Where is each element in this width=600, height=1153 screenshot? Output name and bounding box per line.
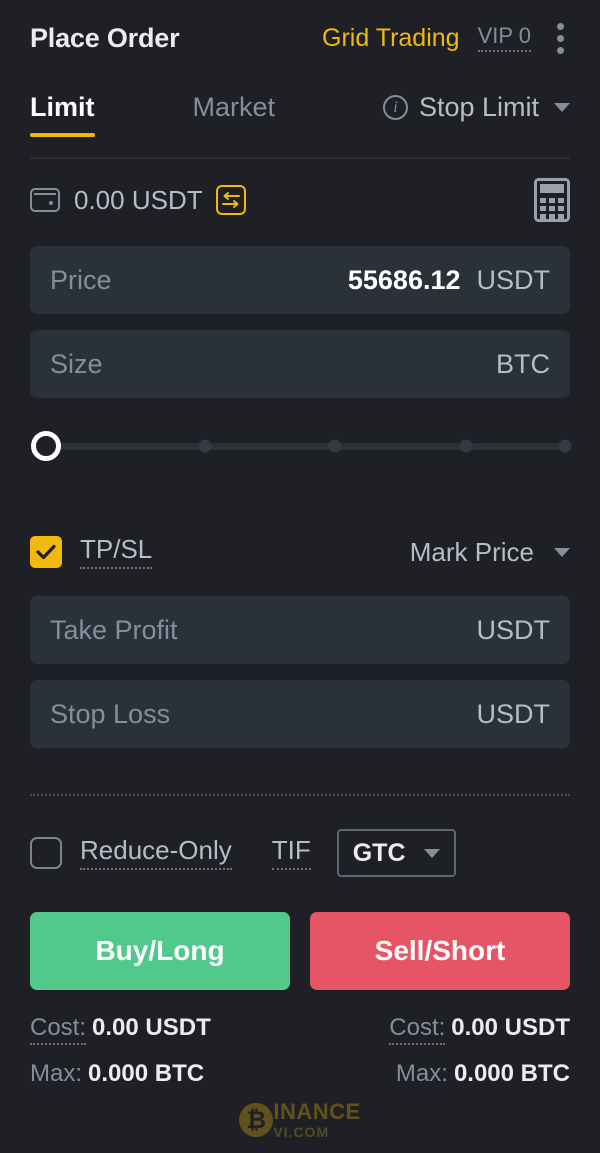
grid-trading-link[interactable]: Grid Trading bbox=[322, 24, 460, 53]
calculator-icon[interactable] bbox=[534, 178, 570, 222]
sell-stats: Cost: 0.00 USDT Max: 0.000 BTC bbox=[300, 1014, 570, 1106]
tab-limit[interactable]: Limit bbox=[30, 92, 95, 137]
tpsl-trigger-dropdown[interactable]: Mark Price bbox=[410, 537, 570, 568]
check-icon bbox=[36, 544, 56, 560]
tab-stop-limit[interactable]: i Stop Limit bbox=[382, 92, 570, 137]
reduce-only-row: Reduce-Only TIF GTC bbox=[30, 822, 570, 884]
tab-stop-limit-label: Stop Limit bbox=[418, 92, 539, 122]
slider-handle[interactable] bbox=[31, 431, 61, 461]
info-icon[interactable]: i bbox=[382, 95, 408, 120]
place-order-panel: Place Order Grid Trading VIP 0 Limit Mar… bbox=[0, 0, 600, 1153]
slider-step-100[interactable] bbox=[558, 439, 572, 453]
buy-cost-row: Cost: 0.00 USDT bbox=[30, 1014, 300, 1045]
take-profit-field[interactable]: Take Profit USDT bbox=[30, 596, 570, 664]
slider-step-75[interactable] bbox=[459, 439, 473, 453]
sell-max-value: 0.000 BTC bbox=[453, 1060, 570, 1087]
swap-arrows-glyph bbox=[221, 192, 240, 208]
watermark-sub: VI.COM bbox=[273, 1124, 330, 1140]
buy-long-button[interactable]: Buy/Long bbox=[30, 912, 290, 990]
size-input-field[interactable]: Size BTC bbox=[30, 330, 570, 398]
sell-max-row: Max: 0.000 BTC bbox=[300, 1060, 570, 1088]
available-balance: 0.00 USDT bbox=[74, 184, 203, 215]
chevron-down-icon bbox=[423, 848, 440, 858]
watermark-main: INANCE bbox=[273, 1099, 361, 1124]
slider-step-50[interactable] bbox=[328, 439, 342, 453]
section-divider bbox=[30, 794, 570, 796]
take-profit-label: Take Profit bbox=[50, 614, 178, 645]
tabs-divider bbox=[30, 157, 570, 159]
stop-loss-unit: USDT bbox=[476, 698, 551, 729]
kebab-dot bbox=[557, 22, 564, 30]
size-label: Size bbox=[50, 348, 103, 379]
buy-stats: Cost: 0.00 USDT Max: 0.000 BTC bbox=[30, 1014, 300, 1106]
chevron-down-icon bbox=[554, 103, 570, 112]
chevron-down-icon bbox=[554, 547, 570, 557]
buy-cost-label[interactable]: Cost: bbox=[30, 1014, 87, 1045]
kebab-dot bbox=[557, 46, 564, 54]
slider-step-25[interactable] bbox=[198, 439, 212, 453]
buy-max-row: Max: 0.000 BTC bbox=[30, 1060, 300, 1088]
wallet-icon bbox=[30, 188, 60, 212]
vip-level-label[interactable]: VIP 0 bbox=[477, 24, 531, 52]
bitcoin-icon: ₿ bbox=[239, 1103, 274, 1137]
sell-cost-value: 0.00 USDT bbox=[451, 1014, 570, 1041]
reduce-only-label[interactable]: Reduce-Only bbox=[80, 836, 232, 870]
order-type-tabs: Limit Market i Stop Limit bbox=[30, 92, 570, 150]
order-stats: Cost: 0.00 USDT Max: 0.000 BTC Cost: 0.00 U… bbox=[30, 1014, 570, 1106]
take-profit-unit: USDT bbox=[476, 614, 551, 645]
page-title: Place Order bbox=[30, 22, 180, 53]
price-unit: USDT bbox=[476, 264, 551, 295]
kebab-menu-icon[interactable] bbox=[551, 19, 570, 58]
sell-max-label: Max: bbox=[395, 1060, 448, 1087]
tif-dropdown[interactable]: GTC bbox=[336, 829, 456, 877]
price-label: Price bbox=[50, 264, 112, 295]
buy-cost-value: 0.00 USDT bbox=[92, 1014, 211, 1041]
sell-short-button[interactable]: Sell/Short bbox=[310, 912, 570, 990]
panel-header: Place Order Grid Trading VIP 0 bbox=[30, 0, 570, 70]
stop-loss-label: Stop Loss bbox=[50, 698, 171, 729]
stop-loss-field[interactable]: Stop Loss USDT bbox=[30, 680, 570, 748]
reduce-only-checkbox[interactable] bbox=[30, 837, 62, 869]
order-actions: Buy/Long Sell/Short bbox=[30, 912, 570, 990]
tif-value: GTC bbox=[352, 838, 406, 867]
price-input-field[interactable]: Price 55686.12 USDT bbox=[30, 246, 570, 314]
balance-row: 0.00 USDT bbox=[30, 170, 570, 230]
slider-track[interactable] bbox=[46, 442, 564, 450]
price-value[interactable]: 55686.12 bbox=[348, 265, 461, 296]
tpsl-label[interactable]: TP/SL bbox=[80, 535, 153, 569]
buy-max-label: Max: bbox=[30, 1060, 83, 1087]
watermark-text: INANCE VI.COM bbox=[273, 1099, 361, 1140]
size-percent-slider[interactable] bbox=[30, 406, 572, 486]
size-unit: BTC bbox=[496, 348, 550, 379]
tpsl-trigger-value: Mark Price bbox=[409, 536, 534, 567]
tif-label[interactable]: TIF bbox=[271, 836, 311, 870]
swap-arrows-icon[interactable] bbox=[215, 185, 246, 215]
site-watermark: ₿ INANCE VI.COM bbox=[0, 1101, 600, 1139]
header-actions: Grid Trading VIP 0 bbox=[322, 19, 570, 58]
sell-cost-row: Cost: 0.00 USDT bbox=[300, 1014, 570, 1045]
kebab-dot bbox=[557, 34, 564, 42]
tpsl-row: TP/SL Mark Price bbox=[30, 524, 570, 580]
buy-max-value: 0.000 BTC bbox=[88, 1060, 205, 1087]
tpsl-checkbox[interactable] bbox=[30, 536, 62, 568]
sell-cost-label[interactable]: Cost: bbox=[389, 1014, 446, 1045]
tab-market[interactable]: Market bbox=[193, 92, 276, 137]
